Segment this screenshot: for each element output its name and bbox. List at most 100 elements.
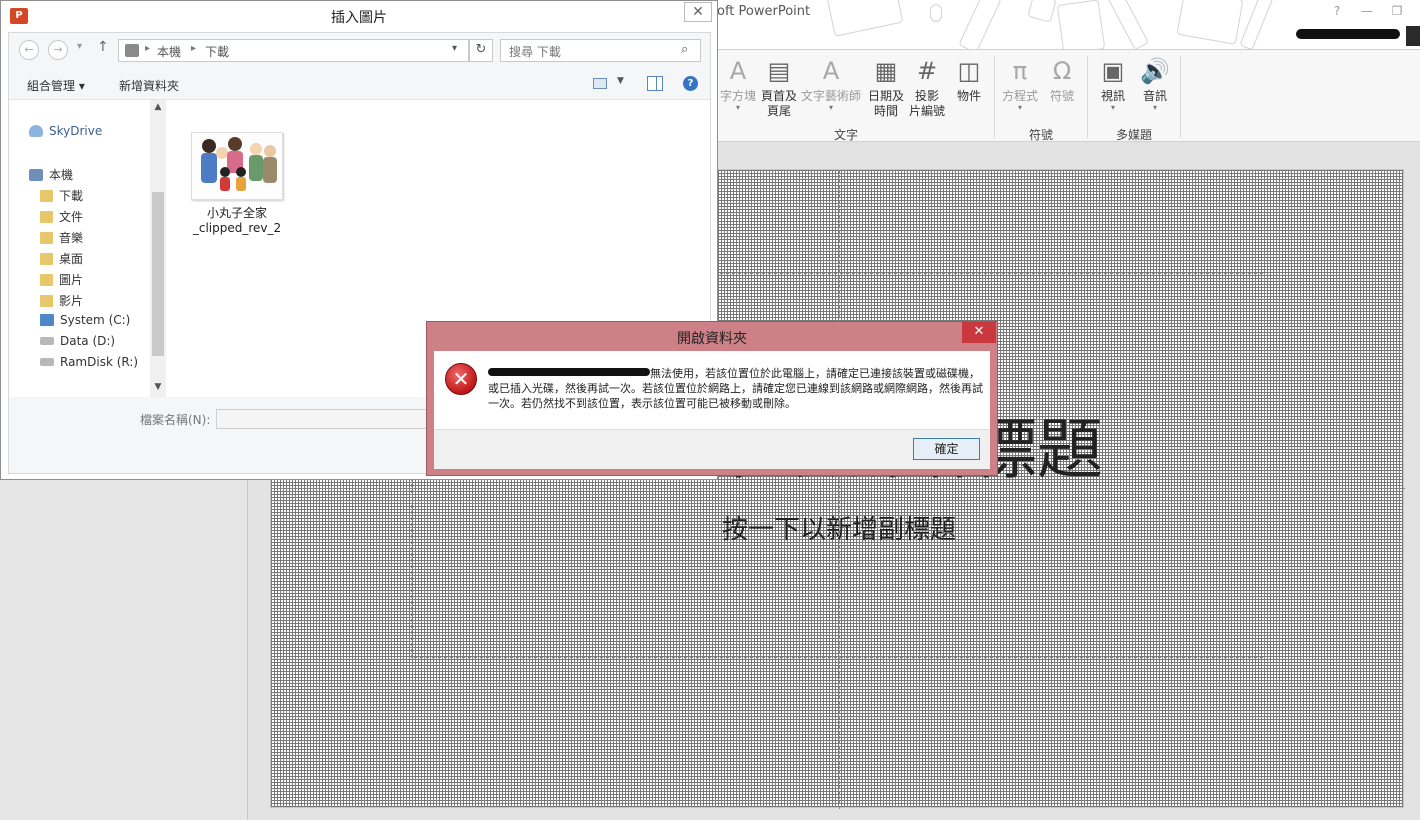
account-avatar[interactable] [1406, 26, 1420, 46]
tree-item-downloads[interactable]: 下載 [40, 187, 83, 204]
chevron-down-icon: ▾ [828, 103, 833, 112]
help-button[interactable]: ? [1326, 4, 1348, 18]
breadcrumb-separator: ▸ [191, 43, 197, 54]
dialog-content: ✕ 無法使用，若該位置位於此電腦上，請確定已連接該裝置或磁碟機，或已插入光碟，然… [434, 351, 990, 469]
symbol-button[interactable]: Ω 符號 [1040, 56, 1084, 104]
back-button[interactable]: ← [19, 40, 39, 60]
address-bar[interactable]: ▸ 本機 ▸ 下載 ▾ [118, 39, 469, 62]
folder-icon [40, 211, 53, 223]
tree-item-this-pc[interactable]: 本機 [29, 166, 73, 183]
titlebar-doodle [1106, 0, 1150, 49]
scroll-down-icon[interactable]: ▼ [150, 382, 166, 392]
computer-icon [125, 44, 139, 57]
preview-pane-icon[interactable] [647, 76, 663, 91]
date-time-button[interactable]: ▦ 日期及 時間 [864, 56, 908, 119]
dialog-title: 開啟資料夾 [677, 331, 747, 347]
audio-button[interactable]: 🔊 音訊 ▾ [1133, 56, 1177, 112]
tree-item-label: 文件 [59, 210, 84, 224]
thumbnail-figure [202, 139, 216, 153]
group-label-symbols: 符號 [1029, 128, 1054, 142]
filename-input[interactable] [216, 409, 441, 429]
close-button[interactable]: ✕ [962, 322, 996, 343]
breadcrumb-separator: ▸ [145, 43, 151, 54]
chevron-down-icon: ▾ [1152, 103, 1157, 112]
breadcrumb-item[interactable]: 本機 [157, 43, 181, 60]
scroll-up-icon[interactable]: ▲ [150, 102, 166, 112]
text-box-icon: A [729, 57, 747, 85]
titlebar-doodle [1056, 0, 1106, 49]
account-name-redacted[interactable] [1296, 29, 1400, 39]
error-icon: ✕ [445, 363, 477, 395]
help-icon[interactable]: ? [683, 76, 698, 91]
text-box-button[interactable]: A 字方塊 ▾ [716, 56, 760, 112]
header-footer-icon: ▤ [767, 57, 791, 85]
tree-item-ramdisk-r[interactable]: RamDisk (R:) [40, 355, 138, 369]
search-icon[interactable]: ⌕ [681, 42, 688, 57]
tree-item-videos[interactable]: 影片 [40, 292, 83, 309]
tree-item-desktop[interactable]: 桌面 [40, 250, 83, 267]
button-label: 符號 [1049, 89, 1074, 103]
header-footer-button[interactable]: ▤ 頁首及 頁尾 [757, 56, 801, 119]
wordart-icon: A [822, 57, 840, 85]
tree-item-music[interactable]: 音樂 [40, 229, 83, 246]
tree-item-label: 音樂 [59, 231, 84, 245]
organize-button[interactable]: 組合管理 ▾ [27, 77, 85, 94]
thumbnail-figure [228, 137, 242, 151]
chevron-down-icon[interactable]: ▼ [617, 76, 624, 86]
tree-item-skydrive[interactable]: SkyDrive [29, 124, 102, 138]
ok-button[interactable]: 確定 [913, 438, 980, 460]
forward-button[interactable]: → [48, 40, 68, 60]
breadcrumb-item[interactable]: 下載 [205, 43, 229, 60]
tree-item-label: RamDisk (R:) [60, 355, 139, 369]
minimize-button[interactable]: — [1356, 4, 1378, 18]
tree-scrollbar[interactable]: ▲ ▼ [150, 100, 166, 397]
dialog-footer: 確定 [434, 429, 990, 469]
thumbnail-figure [264, 145, 276, 157]
command-bar: 組合管理 ▾ 新增資料夾 ▼ ? [9, 69, 710, 100]
scrollbar-thumb[interactable] [152, 192, 164, 356]
recent-locations-button[interactable]: ▾ [77, 41, 82, 52]
computer-icon [29, 169, 43, 181]
group-divider [994, 56, 995, 138]
restore-button[interactable]: ❐ [1386, 4, 1408, 18]
video-button[interactable]: ▣ 視訊 ▾ [1091, 56, 1135, 112]
calendar-icon: ▦ [874, 57, 898, 85]
chevron-down-icon[interactable]: ▾ [452, 43, 457, 54]
refresh-button[interactable]: ↻ [469, 39, 493, 62]
subtitle-placeholder-text: 按一下以新增副標題 [721, 515, 956, 545]
thumbnail-figure [236, 177, 246, 191]
tree-item-documents[interactable]: 文件 [40, 208, 83, 225]
close-button[interactable]: ✕ [684, 2, 712, 22]
tree-item-system-c[interactable]: System (C:) [40, 313, 130, 327]
group-divider [1087, 56, 1088, 138]
tree-item-label: 下載 [59, 189, 84, 203]
file-name-label: 小丸子全家_clipped_rev_2 [192, 206, 282, 235]
folder-icon [40, 232, 53, 244]
file-item[interactable]: 小丸子全家_clipped_rev_2 [189, 132, 285, 236]
tree-item-label: 桌面 [59, 252, 84, 266]
group-label-text: 文字 [834, 128, 859, 142]
search-input[interactable]: 搜尋 下載 ⌕ [500, 39, 701, 62]
slide-number-button[interactable]: # 投影 片編號 [905, 56, 949, 119]
titlebar-doodle [826, 0, 904, 37]
search-placeholder: 搜尋 下載 [509, 45, 561, 59]
redacted-path [488, 368, 650, 376]
object-button[interactable]: ◫ 物件 [947, 56, 991, 104]
tree-item-label: System (C:) [60, 313, 131, 327]
equation-button[interactable]: π 方程式 ▾ [998, 56, 1042, 112]
tree-item-label: 圖片 [59, 273, 84, 287]
new-folder-button[interactable]: 新增資料夾 [119, 77, 179, 94]
button-label: 頁首及 頁尾 [760, 89, 797, 118]
titlebar-doodle [1239, 0, 1275, 49]
tree-item-pictures[interactable]: 圖片 [40, 271, 83, 288]
up-button[interactable]: ↑ [97, 39, 109, 55]
tree-item-label: Data (D:) [60, 334, 116, 348]
wordart-button[interactable]: A 文字藝術師 ▾ [800, 56, 862, 112]
view-options-icon[interactable] [593, 78, 607, 89]
button-label: 視訊 [1100, 89, 1125, 103]
drive-icon [40, 358, 54, 366]
titlebar-doodle [1027, 0, 1057, 23]
dialog-titlebar[interactable]: P 插入圖片 ✕ [1, 1, 717, 32]
tree-item-data-d[interactable]: Data (D:) [40, 334, 115, 348]
subtitle-placeholder[interactable]: 按一下以新增副標題 [411, 503, 1265, 658]
